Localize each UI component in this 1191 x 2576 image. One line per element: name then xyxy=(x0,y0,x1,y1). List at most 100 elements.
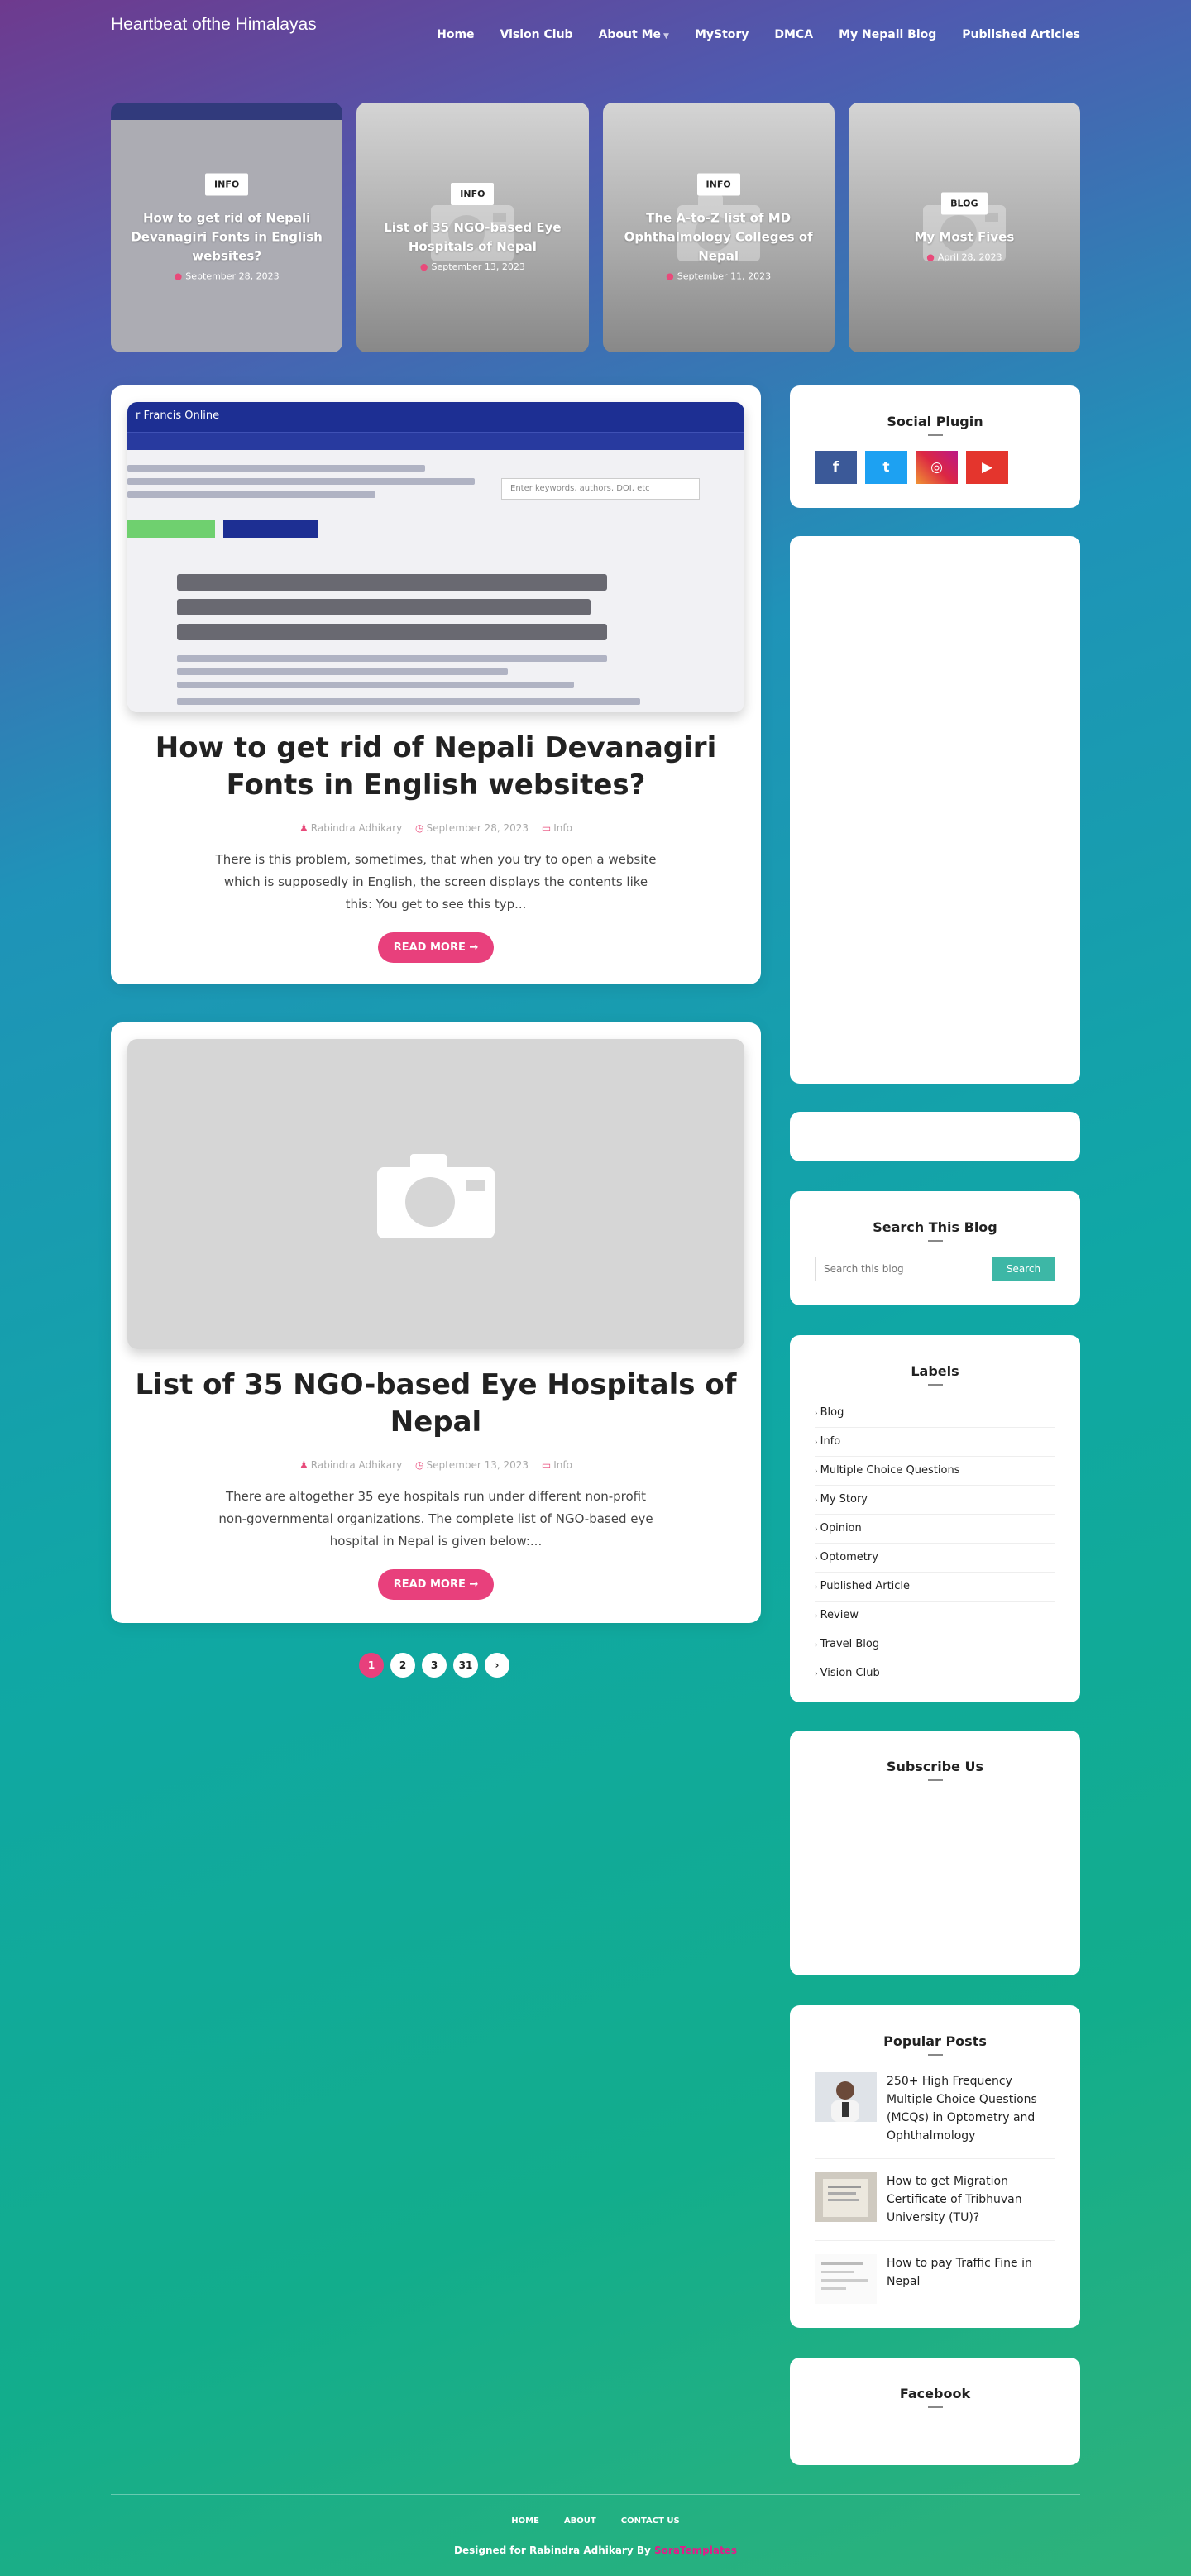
post-title[interactable]: How to get rid of Nepali Devanagiri Font… xyxy=(127,730,744,804)
label-text: Optometry xyxy=(820,1551,878,1563)
read-more-button[interactable]: READ MORE → xyxy=(377,932,495,963)
popular-post[interactable]: 250+ High Frequency Multiple Choice Ques… xyxy=(815,2059,1055,2159)
featured-date: ● September 13, 2023 xyxy=(370,261,575,272)
label-item[interactable]: › Review xyxy=(815,1602,1055,1630)
featured-title[interactable]: List of 35 NGO-based Eye Hospitals of Ne… xyxy=(370,218,575,256)
thumbnail-body: Enter keywords, authors, DOI, etc xyxy=(127,450,744,712)
footer-links: HOME ABOUT CONTACT US xyxy=(0,2516,1191,2526)
credit-brand-link[interactable]: SoraTemplates xyxy=(654,2545,737,2556)
post-card: r Francis Online Enter keywords, authors… xyxy=(111,385,761,984)
popular-post-thumbnail xyxy=(815,2072,877,2122)
nav-about-me[interactable]: About Me ▼ xyxy=(599,28,669,41)
read-more-label: READ MORE xyxy=(393,1578,466,1591)
featured-card[interactable]: INFO List of 35 NGO-based Eye Hospitals … xyxy=(356,103,589,352)
popular-post-thumbnail xyxy=(815,2254,877,2304)
search-form: Search xyxy=(815,1257,1055,1281)
label-item[interactable]: › Multiple Choice Questions xyxy=(815,1457,1055,1486)
post-title[interactable]: List of 35 NGO-based Eye Hospitals of Ne… xyxy=(127,1367,744,1441)
chevron-right-icon: › xyxy=(815,1641,818,1650)
social-widget: Social Plugin f t ◎ ▶ xyxy=(790,385,1080,508)
label-text: Review xyxy=(820,1609,859,1621)
arrow-right-icon: → xyxy=(469,941,479,954)
page-31[interactable]: 31 xyxy=(453,1653,478,1678)
featured-badge[interactable]: INFO xyxy=(205,173,249,196)
featured-title[interactable]: My Most Fives xyxy=(862,228,1067,247)
nav-vision-club[interactable]: Vision Club xyxy=(500,28,573,41)
featured-title[interactable]: How to get rid of Nepali Devanagiri Font… xyxy=(124,209,329,266)
page-2[interactable]: 2 xyxy=(390,1653,415,1678)
search-button[interactable]: Search xyxy=(992,1257,1055,1281)
featured-title[interactable]: The A-to-Z list of MD Ophthalmology Coll… xyxy=(616,209,821,266)
thumbnail-site-header: r Francis Online xyxy=(127,402,744,432)
next-page-icon[interactable]: › xyxy=(485,1653,509,1678)
widget-title: Labels xyxy=(790,1363,1080,1386)
widget-title: Social Plugin xyxy=(790,414,1080,436)
clock-icon: ● xyxy=(174,271,183,282)
label-item[interactable]: › Opinion xyxy=(815,1515,1055,1544)
chevron-right-icon: › xyxy=(815,1670,818,1678)
image-placeholder xyxy=(127,1039,744,1349)
facebook-widget: Facebook xyxy=(790,2358,1080,2465)
label-item[interactable]: › Travel Blog xyxy=(815,1630,1055,1659)
popular-post-title[interactable]: How to pay Traffic Fine in Nepal xyxy=(887,2254,1055,2304)
footer-link-about[interactable]: ABOUT xyxy=(564,2516,596,2526)
label-item[interactable]: › Blog xyxy=(815,1399,1055,1428)
thumbnail-nav xyxy=(127,432,744,450)
post-author[interactable]: Rabindra Adhikary xyxy=(311,822,402,834)
post-thumbnail[interactable]: r Francis Online Enter keywords, authors… xyxy=(127,402,744,712)
facebook-icon[interactable]: f xyxy=(815,451,857,484)
popular-post-title[interactable]: 250+ High Frequency Multiple Choice Ques… xyxy=(887,2072,1055,2145)
blog-title[interactable]: Heartbeat ofthe Himalayas xyxy=(111,15,317,35)
label-item[interactable]: › Info xyxy=(815,1428,1055,1457)
post-author[interactable]: Rabindra Adhikary xyxy=(311,1459,402,1471)
label-item[interactable]: › Optometry xyxy=(815,1544,1055,1573)
search-input[interactable] xyxy=(815,1257,992,1281)
featured-card[interactable]: INFO How to get rid of Nepali Devanagiri… xyxy=(111,103,343,352)
read-more-button[interactable]: READ MORE → xyxy=(377,1569,495,1600)
read-more-label: READ MORE xyxy=(393,941,466,954)
label-text: Travel Blog xyxy=(820,1638,880,1650)
popular-post-title[interactable]: How to get Migration Certificate of Trib… xyxy=(887,2172,1055,2227)
footer-divider xyxy=(111,2494,1080,2495)
post-thumbnail[interactable] xyxy=(127,1039,744,1349)
youtube-icon[interactable]: ▶ xyxy=(966,451,1008,484)
featured-badge[interactable]: INFO xyxy=(451,183,495,205)
widget-title: Facebook xyxy=(790,2386,1080,2408)
featured-date-text: September 13, 2023 xyxy=(431,261,525,272)
nav-home[interactable]: Home xyxy=(437,28,474,41)
ad-widget xyxy=(790,536,1080,1084)
instagram-icon[interactable]: ◎ xyxy=(916,451,958,484)
post-label[interactable]: Info xyxy=(553,1459,572,1471)
featured-card[interactable]: INFO The A-to-Z list of MD Ophthalmology… xyxy=(602,103,835,352)
post-meta: ♟ Rabindra Adhikary ◷ September 28, 2023 ▭… xyxy=(127,822,744,834)
nav-mystory[interactable]: MyStory xyxy=(695,28,749,41)
label-item[interactable]: › My Story xyxy=(815,1486,1055,1515)
twitter-icon[interactable]: t xyxy=(865,451,907,484)
chevron-right-icon: › xyxy=(815,1439,818,1447)
footer-link-contact[interactable]: CONTACT US xyxy=(621,2516,680,2526)
pagination: 1 2 3 31 › xyxy=(359,1653,509,1678)
nav-my-nepali-blog[interactable]: My Nepali Blog xyxy=(839,28,936,41)
page-3[interactable]: 3 xyxy=(422,1653,447,1678)
label-item[interactable]: › Vision Club xyxy=(815,1659,1055,1688)
label-text: My Story xyxy=(820,1493,868,1506)
chevron-right-icon: › xyxy=(815,1410,818,1418)
featured-date-text: September 28, 2023 xyxy=(185,271,280,282)
page-1[interactable]: 1 xyxy=(359,1653,384,1678)
nav-published-articles[interactable]: Published Articles xyxy=(962,28,1080,41)
label-item[interactable]: › Published Article xyxy=(815,1573,1055,1602)
post-date: September 28, 2023 xyxy=(426,822,529,834)
post-label[interactable]: Info xyxy=(553,822,572,834)
popular-post[interactable]: How to get Migration Certificate of Trib… xyxy=(815,2159,1055,2241)
featured-date-text: September 11, 2023 xyxy=(677,271,772,282)
featured-card[interactable]: BLOG My Most Fives ● April 28, 2023 xyxy=(848,103,1080,352)
featured-badge[interactable]: BLOG xyxy=(941,192,988,215)
subscribe-widget: Subscribe Us xyxy=(790,1731,1080,1975)
footer-link-home[interactable]: HOME xyxy=(511,2516,539,2526)
thumbnail-brand: r Francis Online xyxy=(136,409,220,422)
featured-badge[interactable]: INFO xyxy=(696,173,740,196)
nav-dmca[interactable]: DMCA xyxy=(774,28,813,41)
label-text: Info xyxy=(820,1435,841,1448)
popular-post[interactable]: How to pay Traffic Fine in Nepal xyxy=(815,2241,1055,2317)
clock-icon: ◷ xyxy=(415,1459,424,1471)
